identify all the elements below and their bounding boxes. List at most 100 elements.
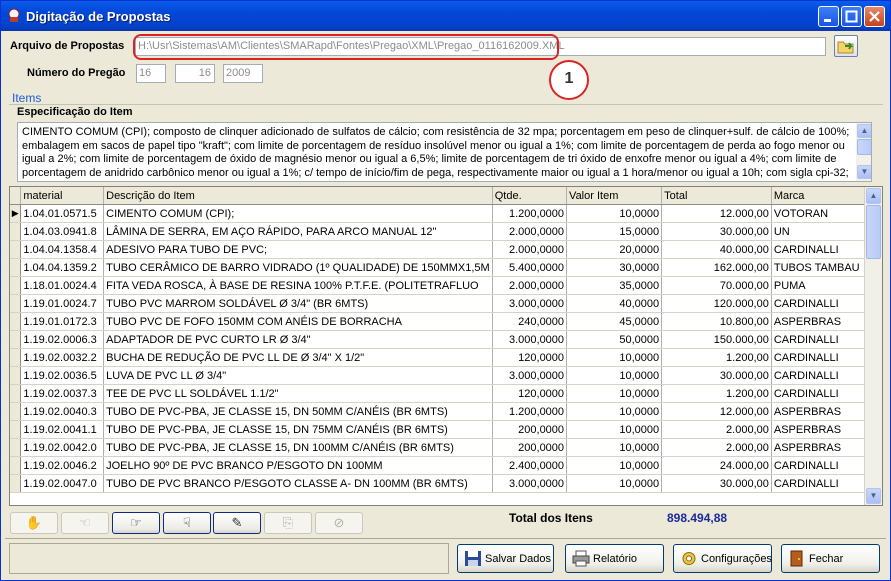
qtde-cell[interactable]: 120,0000: [492, 384, 568, 403]
descricao-cell[interactable]: LUVA DE PVC LL Ø 3/4": [103, 366, 493, 385]
valor-cell[interactable]: 40,0000: [566, 294, 663, 313]
maximize-button[interactable]: [841, 6, 862, 27]
material-cell[interactable]: 1.19.02.0036.5: [20, 366, 105, 385]
valor-cell[interactable]: 10,0000: [566, 402, 663, 421]
total-cell[interactable]: 24.000,00: [661, 456, 772, 475]
qtde-cell[interactable]: 1.200,0000: [492, 402, 568, 421]
table-row[interactable]: 1.19.02.0047.0 TUBO DE PVC BRANCO P/ESGOT…: [10, 474, 882, 493]
total-cell[interactable]: 30.000,00: [661, 222, 772, 241]
total-cell[interactable]: 10.800,00: [661, 312, 772, 331]
total-cell[interactable]: 70.000,00: [661, 276, 772, 295]
qtde-cell[interactable]: 240,0000: [492, 312, 568, 331]
row-indicator[interactable]: [10, 420, 22, 439]
material-cell[interactable]: 1.19.02.0041.1: [20, 420, 105, 439]
descricao-cell[interactable]: TUBO DE PVC-PBA, JE CLASSE 15, DN 100MM …: [103, 438, 493, 457]
nav-next-button[interactable]: ☞: [112, 512, 160, 534]
table-row[interactable]: ▶ 1.04.01.0571.5 CIMENTO COMUM (CPI); 1.200…: [10, 204, 882, 223]
row-indicator[interactable]: [10, 330, 22, 349]
row-indicator[interactable]: [10, 240, 22, 259]
nav-prior-button[interactable]: ☜: [61, 512, 109, 534]
descricao-cell[interactable]: JOELHO 90º DE PVC BRANCO P/ESGOTO DN 100…: [103, 456, 493, 475]
table-row[interactable]: 1.18.01.0024.4 FITA VEDA ROSCA, À BASE DE…: [10, 276, 882, 295]
valor-cell[interactable]: 15,0000: [566, 222, 663, 241]
qtde-cell[interactable]: 200,0000: [492, 438, 568, 457]
descricao-cell[interactable]: BUCHA DE REDUÇÃO DE PVC LL DE Ø 3/4" X 1…: [103, 348, 493, 367]
cancel-record-button[interactable]: ⊘: [315, 512, 363, 534]
total-cell[interactable]: 162.000,00: [661, 258, 772, 277]
current-row-indicator[interactable]: ▶: [10, 204, 22, 223]
valor-cell[interactable]: 10,0000: [566, 438, 663, 457]
descricao-cell[interactable]: FITA VEDA ROSCA, À BASE DE RESINA 100% P…: [103, 276, 493, 295]
total-cell[interactable]: 1.200,00: [661, 348, 772, 367]
table-row[interactable]: 1.19.02.0042.0 TUBO DE PVC-PBA, JE CLASSE…: [10, 438, 882, 457]
descricao-cell[interactable]: ADAPTADOR DE PVC CURTO LR Ø 3/4": [103, 330, 493, 349]
spec-scroll-thumb[interactable]: [857, 139, 871, 155]
row-indicator[interactable]: [10, 366, 22, 385]
pregao-field-3[interactable]: 2009: [223, 64, 263, 83]
nav-last-button[interactable]: ☟: [163, 512, 211, 534]
spec-scroll-up-button[interactable]: ▲: [857, 124, 871, 138]
material-cell[interactable]: 1.04.03.0941.8: [20, 222, 105, 241]
qtde-cell[interactable]: 2.000,0000: [492, 222, 568, 241]
table-row[interactable]: 1.19.01.0024.7 TUBO PVC MARROM SOLDÁVEL Ø…: [10, 294, 882, 313]
table-row[interactable]: 1.19.02.0040.3 TUBO DE PVC-PBA, JE CLASSE…: [10, 402, 882, 421]
descricao-cell[interactable]: TUBO DE PVC BRANCO P/ESGOTO CLASSE A- DN…: [103, 474, 493, 493]
grid-scroll-thumb[interactable]: [866, 205, 881, 259]
material-cell[interactable]: 1.19.01.0024.7: [20, 294, 105, 313]
material-cell[interactable]: 1.19.02.0032.2: [20, 348, 105, 367]
material-cell[interactable]: 1.19.02.0047.0: [20, 474, 105, 493]
material-cell[interactable]: 1.19.02.0040.3: [20, 402, 105, 421]
descricao-cell[interactable]: TUBO DE PVC-PBA, JE CLASSE 15, DN 50MM C…: [103, 402, 493, 421]
qtde-cell[interactable]: 5.400,0000: [492, 258, 568, 277]
table-row[interactable]: 1.04.04.1359.2 TUBO CERÂMICO DE BARRO VID…: [10, 258, 882, 277]
material-cell[interactable]: 1.19.02.0042.0: [20, 438, 105, 457]
descricao-cell[interactable]: TUBO PVC MARROM SOLDÁVEL Ø 3/4" (BR 6MTS…: [103, 294, 493, 313]
close-button[interactable]: [864, 6, 885, 27]
descricao-cell[interactable]: CIMENTO COMUM (CPI);: [103, 204, 493, 223]
grid-scroll-down-button[interactable]: ▼: [866, 488, 881, 504]
grid-scroll-up-button[interactable]: ▲: [866, 188, 881, 204]
total-cell[interactable]: 30.000,00: [661, 474, 772, 493]
total-cell[interactable]: 12.000,00: [661, 204, 772, 223]
row-indicator[interactable]: [10, 258, 22, 277]
edit-record-button[interactable]: ✎: [213, 512, 261, 534]
qtde-cell[interactable]: 3.000,0000: [492, 294, 568, 313]
valor-cell[interactable]: 20,0000: [566, 240, 663, 259]
valor-cell[interactable]: 10,0000: [566, 420, 663, 439]
valor-cell[interactable]: 30,0000: [566, 258, 663, 277]
row-indicator[interactable]: [10, 348, 22, 367]
col-header-material[interactable]: material: [20, 187, 105, 205]
total-cell[interactable]: 40.000,00: [661, 240, 772, 259]
qtde-cell[interactable]: 3.000,0000: [492, 366, 568, 385]
material-cell[interactable]: 1.18.01.0024.4: [20, 276, 105, 295]
row-indicator[interactable]: [10, 438, 22, 457]
table-row[interactable]: 1.04.04.1358.4 ADESIVO PARA TUBO DE PVC; 2…: [10, 240, 882, 259]
qtde-cell[interactable]: 2.000,0000: [492, 276, 568, 295]
items-grid[interactable]: material Descrição do Item Qtde. Valor I…: [9, 186, 883, 506]
table-row[interactable]: 1.19.01.0172.3 TUBO PVC DE FOFO 150MM COM…: [10, 312, 882, 331]
total-cell[interactable]: 120.000,00: [661, 294, 772, 313]
col-header-valor[interactable]: Valor Item: [566, 187, 663, 205]
grid-scrollbar[interactable]: ▲ ▼: [864, 187, 882, 505]
relatorio-button[interactable]: Relatório: [565, 544, 664, 573]
descricao-cell[interactable]: TEE DE PVC LL SOLDÁVEL 1.1/2": [103, 384, 493, 403]
spec-scroll-down-button[interactable]: ▼: [857, 165, 871, 179]
valor-cell[interactable]: 10,0000: [566, 456, 663, 475]
copy-record-button[interactable]: ⎘: [264, 512, 312, 534]
col-header-qtde[interactable]: Qtde.: [492, 187, 568, 205]
valor-cell[interactable]: 50,0000: [566, 330, 663, 349]
table-row[interactable]: 1.19.02.0032.2 BUCHA DE REDUÇÃO DE PVC LL…: [10, 348, 882, 367]
qtde-cell[interactable]: 2.400,0000: [492, 456, 568, 475]
row-indicator[interactable]: [10, 294, 22, 313]
nav-first-button[interactable]: ✋: [10, 512, 58, 534]
material-cell[interactable]: 1.04.04.1359.2: [20, 258, 105, 277]
valor-cell[interactable]: 10,0000: [566, 348, 663, 367]
table-row[interactable]: 1.19.02.0036.5 LUVA DE PVC LL Ø 3/4" 3.000…: [10, 366, 882, 385]
salvar-button[interactable]: Salvar Dados: [457, 544, 554, 573]
spec-scrollbar[interactable]: ▲ ▼: [856, 123, 871, 181]
spec-textarea[interactable]: CIMENTO COMUM (CPI); composto de clinque…: [17, 122, 872, 182]
valor-cell[interactable]: 35,0000: [566, 276, 663, 295]
valor-cell[interactable]: 10,0000: [566, 366, 663, 385]
row-indicator[interactable]: [10, 474, 22, 493]
material-cell[interactable]: 1.19.02.0037.3: [20, 384, 105, 403]
